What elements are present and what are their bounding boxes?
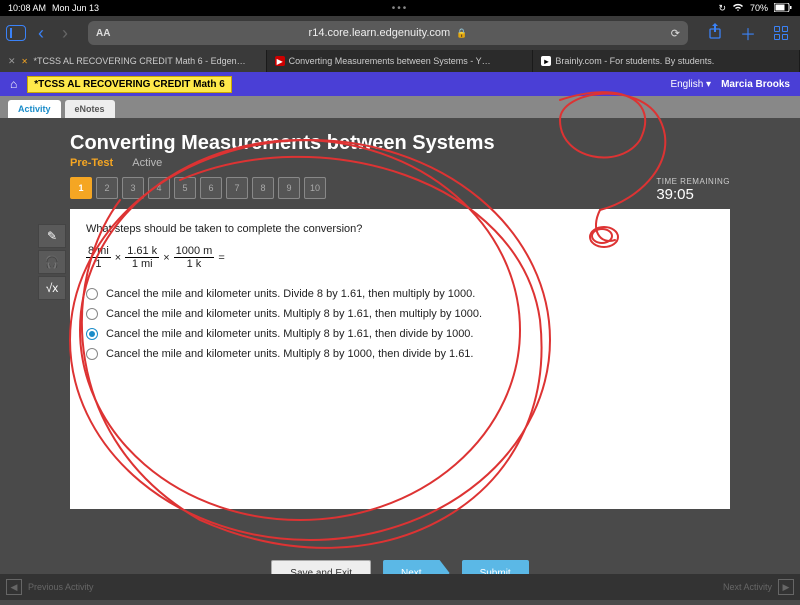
next-activity-label[interactable]: Next Activity <box>723 582 772 592</box>
question-toolbar: ✎ 🎧 √x <box>38 224 66 300</box>
action-buttons: Save and Exit Next Submit <box>0 560 800 574</box>
option-1[interactable]: Cancel the mile and kilometer units. Mul… <box>86 308 714 320</box>
tab-favicon: ✕ <box>20 56 30 66</box>
ipad-status-bar: 10:08 AM Mon Jun 13 ••• ↻ 70% <box>0 0 800 16</box>
audio-tool-icon[interactable]: 🎧 <box>38 250 66 274</box>
radio-icon[interactable] <box>86 328 98 340</box>
text-size-button[interactable]: AA <box>96 28 110 39</box>
reload-icon[interactable]: ⟳ <box>671 27 680 40</box>
bottom-nav: ◀ Previous Activity Next Activity ▶ <box>0 574 800 600</box>
lesson-tabs: Activity eNotes <box>0 96 800 118</box>
question-number-list: 1 2 3 4 5 6 7 8 9 10 <box>70 177 326 199</box>
browser-tabs: ✕ ✕ *TCSS AL RECOVERING CREDIT Math 6 - … <box>0 50 800 72</box>
option-3[interactable]: Cancel the mile and kilometer units. Mul… <box>86 348 714 360</box>
forward-button: › <box>56 23 74 44</box>
timer-value: 39:05 <box>656 186 730 203</box>
edgenuity-header: ⌂ *TCSS AL RECOVERING CREDIT Math 6 Engl… <box>0 72 800 96</box>
tabs-overview-icon[interactable] <box>768 26 794 40</box>
user-name[interactable]: Marcia Brooks <box>721 79 790 90</box>
question-num-8[interactable]: 8 <box>252 177 274 199</box>
radio-icon[interactable] <box>86 348 98 360</box>
browser-tab-0[interactable]: ✕ ✕ *TCSS AL RECOVERING CREDIT Math 6 - … <box>0 50 267 72</box>
pencil-tool-icon[interactable]: ✎ <box>38 224 66 248</box>
orientation-lock-icon: ↻ <box>718 3 726 14</box>
tab-enotes[interactable]: eNotes <box>65 100 115 118</box>
question-num-1[interactable]: 1 <box>70 177 92 199</box>
battery-icon <box>774 3 792 14</box>
conversion-expression: 8 mi1 × 1.61 k1 mi × 1000 m1 k = <box>86 245 714 270</box>
question-num-9[interactable]: 9 <box>278 177 300 199</box>
sidebar-toggle-icon[interactable] <box>6 25 26 41</box>
url-text: r14.core.learn.edgenuity.com <box>309 27 451 39</box>
brainly-icon: ▸ <box>541 56 551 66</box>
status-date: Mon Jun 13 <box>52 3 99 13</box>
back-button[interactable]: ‹ <box>32 23 50 44</box>
question-num-5[interactable]: 5 <box>174 177 196 199</box>
share-icon[interactable] <box>702 23 728 44</box>
formula-tool-icon[interactable]: √x <box>38 276 66 300</box>
close-tab-icon[interactable]: ✕ <box>8 56 16 67</box>
prev-activity-label[interactable]: Previous Activity <box>28 582 94 592</box>
lesson-status: Active <box>132 157 162 169</box>
wifi-icon <box>732 3 744 14</box>
question-num-3[interactable]: 3 <box>122 177 144 199</box>
submit-button[interactable]: Submit <box>462 560 529 574</box>
status-time: 10:08 AM <box>8 3 46 13</box>
home-icon[interactable]: ⌂ <box>10 77 17 91</box>
language-dropdown[interactable]: English <box>670 79 711 90</box>
address-bar[interactable]: AA r14.core.learn.edgenuity.com 🔒 ⟳ <box>88 21 688 45</box>
tab-label: Brainly.com - For students. By students. <box>555 56 714 66</box>
save-exit-button[interactable]: Save and Exit <box>271 560 371 574</box>
browser-tab-2[interactable]: ▸ Brainly.com - For students. By student… <box>533 50 800 72</box>
question-num-6[interactable]: 6 <box>200 177 222 199</box>
tab-label: Converting Measurements between Systems … <box>289 56 491 66</box>
lesson-content: Converting Measurements between Systems … <box>0 118 800 509</box>
lesson-section: Pre-Test <box>70 157 113 169</box>
battery-pct: 70% <box>750 3 768 13</box>
youtube-icon: ▶ <box>275 56 285 66</box>
tab-label: *TCSS AL RECOVERING CREDIT Math 6 - Edge… <box>34 56 246 66</box>
radio-icon[interactable] <box>86 288 98 300</box>
radio-icon[interactable] <box>86 308 98 320</box>
timer-label: TIME REMAINING <box>656 177 730 186</box>
next-activity-icon[interactable]: ▶ <box>778 579 794 595</box>
prev-activity-icon[interactable]: ◀ <box>6 579 22 595</box>
lesson-title: Converting Measurements between Systems <box>70 132 730 155</box>
question-num-2[interactable]: 2 <box>96 177 118 199</box>
question-prompt: What steps should be taken to complete t… <box>86 223 714 235</box>
new-tab-icon[interactable]: ＋ <box>734 21 762 45</box>
question-num-4[interactable]: 4 <box>148 177 170 199</box>
next-button[interactable]: Next <box>383 560 450 574</box>
question-num-7[interactable]: 7 <box>226 177 248 199</box>
question-card: What steps should be taken to complete t… <box>70 209 730 509</box>
lock-icon: 🔒 <box>456 28 467 39</box>
option-2[interactable]: Cancel the mile and kilometer units. Mul… <box>86 328 714 340</box>
browser-tab-1[interactable]: ▶ Converting Measurements between System… <box>267 50 534 72</box>
time-remaining: TIME REMAINING 39:05 <box>656 177 730 203</box>
breadcrumb[interactable]: *TCSS AL RECOVERING CREDIT Math 6 <box>27 76 232 93</box>
question-num-10[interactable]: 10 <box>304 177 326 199</box>
option-0[interactable]: Cancel the mile and kilometer units. Div… <box>86 288 714 300</box>
safari-toolbar: ‹ › AA r14.core.learn.edgenuity.com 🔒 ⟳ … <box>0 16 800 50</box>
tab-activity[interactable]: Activity <box>8 100 61 118</box>
multitask-dots-icon[interactable]: ••• <box>392 3 409 14</box>
answer-options: Cancel the mile and kilometer units. Div… <box>86 288 714 360</box>
